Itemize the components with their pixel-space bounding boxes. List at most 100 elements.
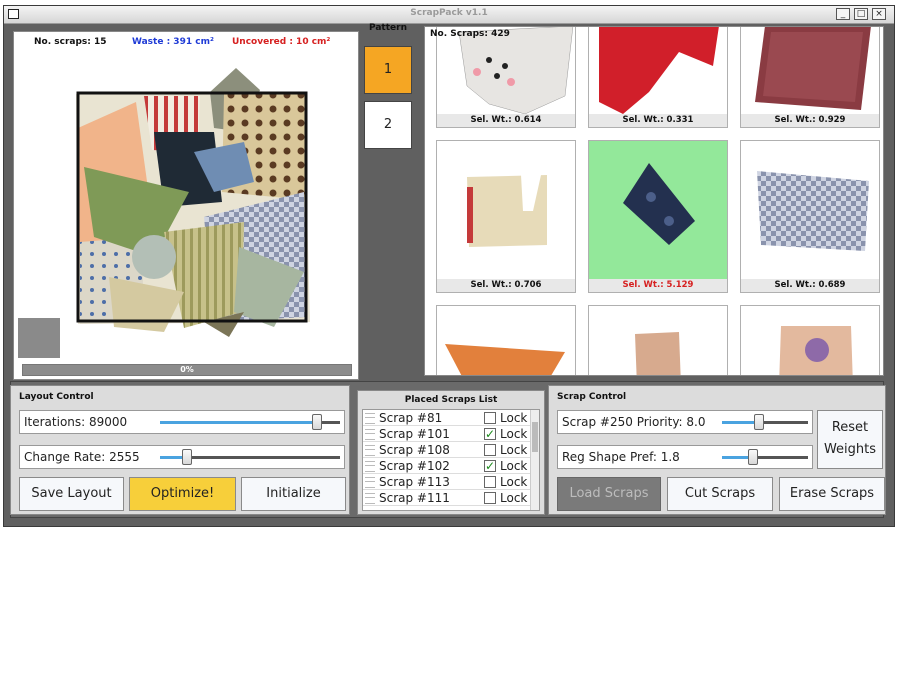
- shape-pref-slider[interactable]: [722, 456, 808, 459]
- drag-handle-icon[interactable]: [365, 429, 375, 440]
- scrap-total-count: No. Scraps: 429: [430, 29, 510, 39]
- iterations-label: Iterations: 89000: [24, 415, 128, 429]
- scrap-image: [779, 326, 853, 375]
- layout-preview-panel: No. scraps: 15 Waste : 391 cm² Uncovered…: [13, 31, 359, 380]
- reset-weights-button[interactable]: Reset Weights: [817, 410, 883, 469]
- change-rate-slider-thumb[interactable]: [182, 449, 192, 465]
- window-title: ScrapPack v1.1: [410, 8, 488, 18]
- cut-scraps-button[interactable]: Cut Scraps: [667, 477, 773, 511]
- lock-checkbox[interactable]: [484, 476, 496, 488]
- priority-slider[interactable]: [722, 421, 808, 424]
- save-layout-button[interactable]: Save Layout: [19, 477, 124, 511]
- list-item[interactable]: Scrap #81 Lock: [363, 410, 539, 426]
- scrap-cell-2[interactable]: Sel. Wt.: 0.331: [588, 27, 728, 128]
- minimize-button[interactable]: _: [836, 8, 850, 20]
- selection-weight: Sel. Wt.: 0.689: [741, 279, 879, 292]
- lock-label: Lock: [500, 427, 528, 441]
- scrap-gallery: No. Scraps: 429 Sel. Wt.: 0.614 Sel. Wt.…: [424, 26, 884, 376]
- scrap-name: Scrap #111: [379, 491, 450, 505]
- priority-slider-fill: [722, 421, 758, 424]
- priority-slider-thumb[interactable]: [754, 414, 764, 430]
- priority-label: Scrap #250 Priority: 8.0: [562, 415, 706, 429]
- drag-handle-icon[interactable]: [365, 493, 375, 504]
- scrap-image: [757, 171, 869, 251]
- scrollbar-thumb[interactable]: [532, 422, 538, 452]
- change-rate-slider-row: Change Rate: 2555: [19, 445, 345, 469]
- scrap-image: [599, 27, 719, 114]
- lock-label: Lock: [500, 411, 528, 425]
- scrap-cell-1[interactable]: Sel. Wt.: 0.614: [436, 27, 576, 128]
- drag-handle-icon[interactable]: [365, 477, 375, 488]
- pattern-header: Pattern: [369, 23, 407, 33]
- scrap-name: Scrap #81: [379, 411, 443, 425]
- selection-weight: Sel. Wt.: 5.129: [589, 279, 727, 292]
- optimization-progress-bar: 0%: [22, 364, 352, 376]
- shape-pref-label: Reg Shape Pref: 1.8: [562, 450, 680, 464]
- scrap-name: Scrap #102: [379, 459, 450, 473]
- selection-weight: Sel. Wt.: 0.706: [437, 279, 575, 292]
- shape-pref-slider-thumb[interactable]: [748, 449, 758, 465]
- scrap-image: [623, 163, 695, 245]
- lock-label: Lock: [500, 491, 528, 505]
- erase-scraps-button[interactable]: Erase Scraps: [779, 477, 885, 511]
- pattern-selector: Pattern 1 2: [362, 23, 414, 149]
- iterations-slider-row: Iterations: 89000: [19, 410, 345, 434]
- selection-weight: Sel. Wt.: 0.929: [741, 114, 879, 127]
- lock-label: Lock: [500, 459, 528, 473]
- change-rate-label: Change Rate: 2555: [24, 450, 140, 464]
- priority-slider-row: Scrap #250 Priority: 8.0: [557, 410, 813, 434]
- scrap-image: [755, 27, 871, 110]
- placed-scraps-list[interactable]: Scrap #81 Lock Scrap #101 ✓ Lock Scrap #…: [362, 409, 540, 511]
- scrap-control-panel: Scrap Control Scrap #250 Priority: 8.0 R…: [548, 385, 886, 515]
- scrap-image: [458, 27, 574, 115]
- scrap-name: Scrap #108: [379, 443, 450, 457]
- layout-control-panel: Layout Control Iterations: 89000 Change …: [10, 385, 350, 515]
- maximize-button[interactable]: □: [854, 8, 868, 20]
- load-scraps-button[interactable]: Load Scraps: [557, 477, 661, 511]
- close-button[interactable]: ×: [872, 8, 886, 20]
- drag-handle-icon[interactable]: [365, 445, 375, 456]
- scrap-cell-4[interactable]: Sel. Wt.: 0.706: [436, 140, 576, 293]
- placed-scraps-panel: Placed Scraps List Scrap #81 Lock Scrap …: [357, 390, 545, 515]
- optimize-button[interactable]: Optimize!: [129, 477, 236, 511]
- lock-checkbox-checked[interactable]: ✓: [484, 428, 496, 440]
- lock-checkbox[interactable]: [484, 444, 496, 456]
- scrap-image: [467, 175, 547, 247]
- lock-label: Lock: [500, 443, 528, 457]
- lock-checkbox-checked[interactable]: ✓: [484, 460, 496, 472]
- lock-checkbox[interactable]: [484, 492, 496, 504]
- scrap-name: Scrap #113: [379, 475, 450, 489]
- scrap-cell-5[interactable]: Sel. Wt.: 5.129: [588, 140, 728, 293]
- layout-canvas[interactable]: [14, 32, 358, 379]
- placed-scraps-title: Placed Scraps List: [404, 395, 498, 405]
- list-item[interactable]: Scrap #111 Lock: [363, 490, 539, 506]
- scrap-image: [445, 344, 565, 375]
- pattern-2-button[interactable]: 2: [364, 101, 412, 149]
- pattern-1-button[interactable]: 1: [364, 46, 412, 94]
- scrap-cell-8[interactable]: [588, 305, 728, 375]
- layout-control-title: Layout Control: [19, 392, 94, 402]
- lock-checkbox[interactable]: [484, 412, 496, 424]
- list-item[interactable]: Scrap #108 Lock: [363, 442, 539, 458]
- list-item[interactable]: Scrap #102 ✓ Lock: [363, 458, 539, 474]
- scrap-cell-9[interactable]: [740, 305, 880, 375]
- drag-handle-icon[interactable]: [365, 461, 375, 472]
- iterations-slider-thumb[interactable]: [312, 414, 322, 430]
- lock-label: Lock: [500, 475, 528, 489]
- list-item[interactable]: Scrap #113 Lock: [363, 474, 539, 490]
- drag-handle-icon[interactable]: [365, 413, 375, 424]
- title-bar: ScrapPack v1.1 _ □ ×: [4, 6, 894, 24]
- scrap-cell-7[interactable]: [436, 305, 576, 375]
- scrap-name: Scrap #101: [379, 427, 450, 441]
- shape-pref-slider-row: Reg Shape Pref: 1.8: [557, 445, 813, 469]
- scrap-image: [635, 332, 681, 375]
- scrap-cell-6[interactable]: Sel. Wt.: 0.689: [740, 140, 880, 293]
- initialize-button[interactable]: Initialize: [241, 477, 346, 511]
- list-scrollbar[interactable]: [530, 410, 539, 510]
- selection-weight: Sel. Wt.: 0.614: [437, 114, 575, 127]
- list-item[interactable]: Scrap #101 ✓ Lock: [363, 426, 539, 442]
- selection-weight: Sel. Wt.: 0.331: [589, 114, 727, 127]
- scrap-control-title: Scrap Control: [557, 392, 627, 402]
- scrap-cell-3[interactable]: Sel. Wt.: 0.929: [740, 27, 880, 128]
- iterations-slider-fill: [160, 421, 316, 424]
